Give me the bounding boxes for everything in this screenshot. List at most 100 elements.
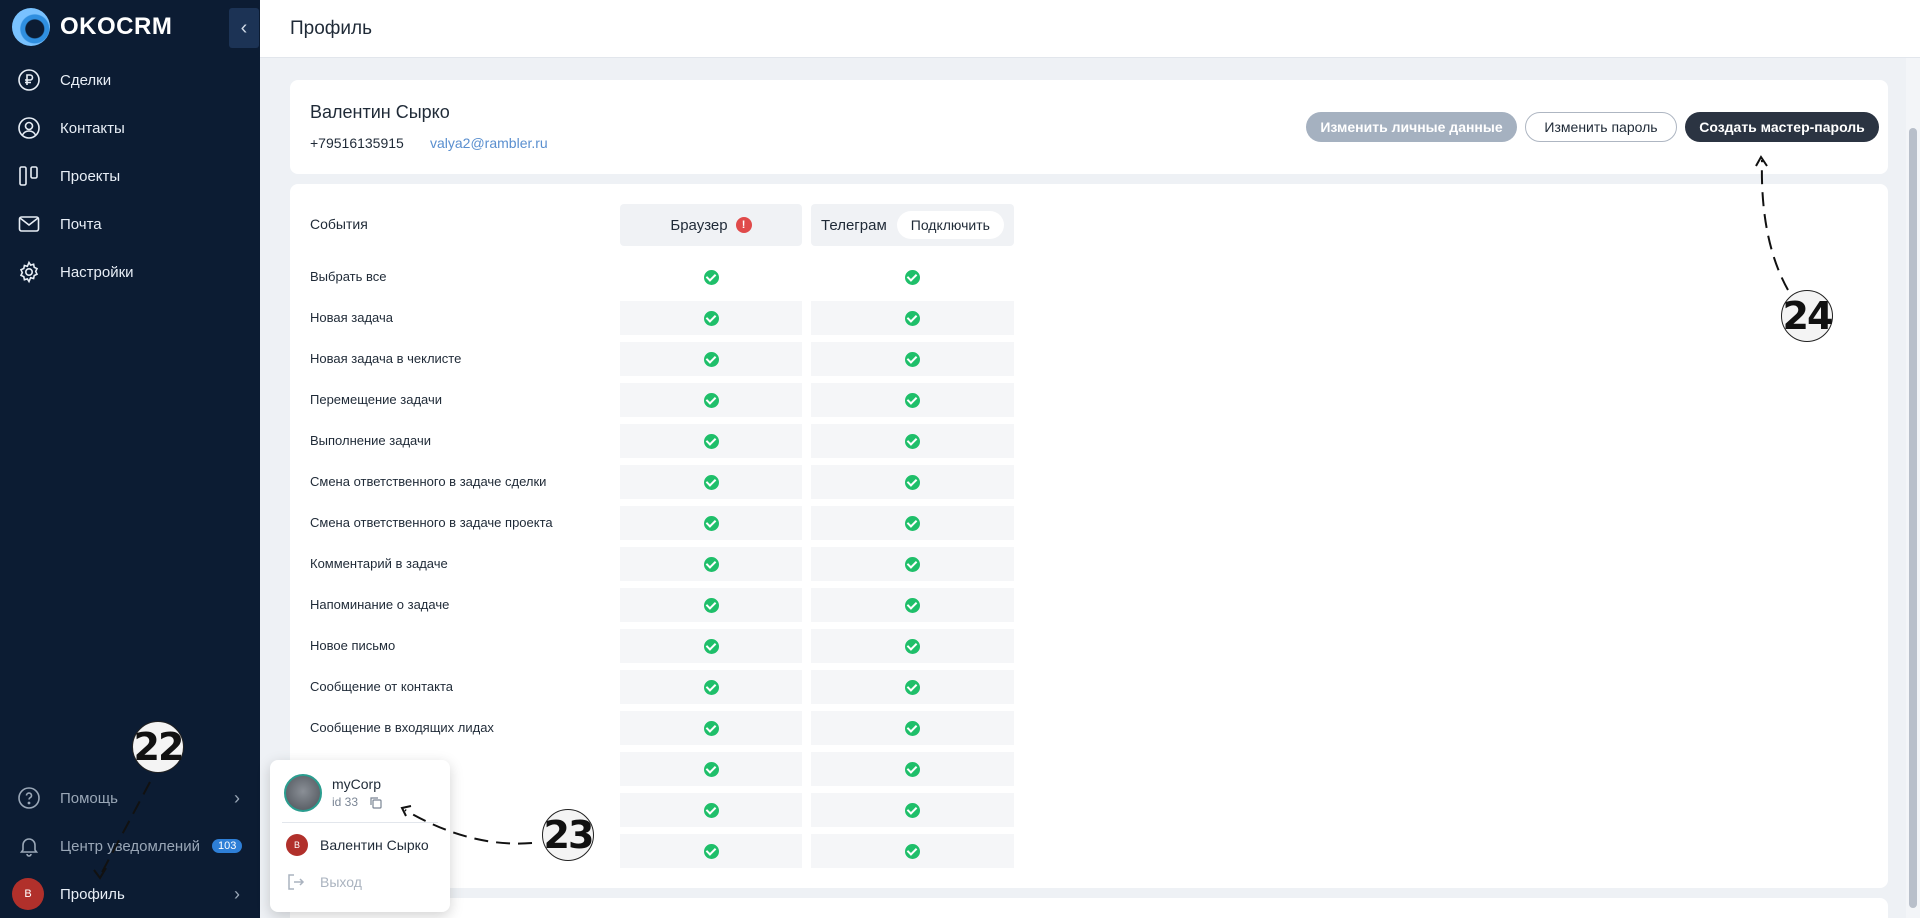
check-circle-icon (905, 802, 920, 818)
edit-personal-data-button[interactable]: Изменить личные данные (1306, 112, 1517, 142)
sidebar-item-label: Сделки (60, 71, 112, 89)
warning-icon[interactable]: ! (735, 217, 752, 233)
avatar: В (12, 878, 44, 910)
profile-popup-menu: myCorp id 33 В Валентин Сырко Выход (270, 760, 450, 912)
scrollbar-thumb[interactable] (1909, 128, 1917, 908)
main-content: Профиль Валентин Сырко +79516135915 valy… (260, 0, 1920, 918)
sidebar-item-help[interactable]: Помощь › (0, 774, 260, 822)
user-email[interactable]: valya2@rambler.ru (430, 135, 548, 151)
event-row: Выбрать все (290, 260, 1050, 294)
logo[interactable]: OKOCRM (12, 8, 172, 46)
event-row: Перемещение задачи (290, 383, 1050, 417)
logout-item[interactable]: Выход (286, 872, 362, 892)
telegram-toggle-cell[interactable] (811, 342, 1014, 376)
telegram-toggle-cell[interactable] (811, 506, 1014, 540)
kanban-icon (16, 163, 42, 189)
bell-icon (16, 833, 42, 859)
notifications-label: Центр уведомлений (60, 837, 200, 855)
telegram-toggle-cell[interactable] (811, 629, 1014, 663)
telegram-toggle-cell[interactable] (811, 424, 1014, 458)
telegram-toggle-cell[interactable] (811, 670, 1014, 704)
browser-toggle-cell[interactable] (620, 711, 802, 745)
event-row: Смена ответственного в задаче сделки (290, 465, 1050, 499)
telegram-toggle-cell[interactable] (811, 711, 1014, 745)
telegram-toggle-cell[interactable] (811, 834, 1014, 868)
gear-icon (16, 259, 42, 285)
chevron-right-icon: › (234, 883, 240, 904)
popup-user-item[interactable]: В Валентин Сырко (286, 834, 429, 856)
browser-toggle-cell[interactable] (620, 629, 802, 663)
chevron-right-icon: › (234, 787, 240, 808)
telegram-toggle-cell[interactable] (811, 752, 1014, 786)
sidebar-item-label: Контакты (60, 119, 125, 137)
events-header-label: События (310, 216, 368, 232)
sidebar: OKOCRM ‹ Сделки Контакты Проекты Почта Н… (0, 0, 260, 918)
event-label: Сообщение от контакта (310, 679, 454, 694)
sidebar-item-deals[interactable]: Сделки (0, 56, 260, 104)
telegram-toggle-cell[interactable] (811, 260, 1014, 294)
telegram-toggle-cell[interactable] (811, 301, 1014, 335)
profile-card: Валентин Сырко +79516135915 valya2@rambl… (290, 80, 1888, 174)
browser-toggle-cell[interactable] (620, 506, 802, 540)
telegram-toggle-cell[interactable] (811, 465, 1014, 499)
profile-avatar: В (12, 878, 44, 910)
check-circle-icon (703, 638, 719, 654)
notifications-count-badge: 103 (211, 839, 243, 853)
change-password-button[interactable]: Изменить пароль (1525, 112, 1677, 142)
mail-icon (16, 211, 42, 237)
logout-label: Выход (320, 874, 362, 890)
check-circle-icon (905, 720, 920, 736)
telegram-toggle-cell[interactable] (811, 588, 1014, 622)
copy-icon[interactable] (369, 796, 383, 810)
sidebar-item-label: Настройки (60, 263, 134, 281)
connect-telegram-button[interactable]: Подключить (896, 211, 1004, 239)
browser-toggle-cell[interactable] (620, 383, 802, 417)
check-circle-icon (905, 392, 920, 408)
create-master-password-button[interactable]: Создать мастер-пароль (1685, 112, 1879, 142)
browser-toggle-cell[interactable] (620, 752, 802, 786)
browser-toggle-cell[interactable] (620, 301, 802, 335)
check-circle-icon (905, 597, 920, 613)
organization-name[interactable]: myCorp (332, 776, 381, 792)
event-row: Новая задача (290, 301, 1050, 335)
profile-label: Профиль (60, 885, 125, 903)
telegram-toggle-cell[interactable] (811, 547, 1014, 581)
sidebar-item-contacts[interactable]: Контакты (0, 104, 260, 152)
browser-toggle-cell[interactable] (620, 547, 802, 581)
telegram-toggle-cell[interactable] (811, 793, 1014, 827)
user-circle-icon (16, 115, 42, 141)
event-row: Комментарий в задаче (290, 547, 1050, 581)
sidebar-item-profile[interactable]: В Профиль › (0, 870, 260, 918)
browser-toggle-cell[interactable] (620, 465, 802, 499)
sidebar-item-label: Проекты (60, 167, 121, 185)
check-circle-icon (905, 556, 920, 572)
check-circle-icon (703, 556, 719, 572)
event-row: Новое письмо (290, 629, 1050, 663)
telegram-toggle-cell[interactable] (811, 383, 1014, 417)
check-circle-icon (905, 269, 920, 285)
browser-toggle-cell[interactable] (620, 834, 802, 868)
collapse-sidebar-button[interactable]: ‹ (229, 8, 259, 48)
sidebar-item-projects[interactable]: Проекты (0, 152, 260, 200)
next-card (290, 898, 1888, 918)
browser-toggle-cell[interactable] (620, 793, 802, 827)
sidebar-item-mail[interactable]: Почта (0, 200, 260, 248)
user-phone: +79516135915 (310, 135, 404, 151)
annotation-marker-22: 22 (132, 721, 184, 773)
check-circle-icon (905, 679, 920, 695)
browser-toggle-cell[interactable] (620, 424, 802, 458)
check-circle-icon (905, 638, 920, 654)
sidebar-item-notifications[interactable]: Центр уведомлений 103 (0, 822, 260, 870)
sidebar-nav: Сделки Контакты Проекты Почта Настройки (0, 56, 260, 296)
check-circle-icon (703, 761, 719, 777)
sidebar-item-settings[interactable]: Настройки (0, 248, 260, 296)
browser-toggle-cell[interactable] (620, 260, 802, 294)
check-circle-icon (905, 433, 920, 449)
check-circle-icon (703, 720, 719, 736)
event-row: Смена ответственного в задаче проекта (290, 506, 1050, 540)
browser-toggle-cell[interactable] (620, 588, 802, 622)
browser-toggle-cell[interactable] (620, 670, 802, 704)
logo-icon (12, 8, 50, 46)
browser-toggle-cell[interactable] (620, 342, 802, 376)
scrollbar[interactable] (1906, 58, 1920, 918)
